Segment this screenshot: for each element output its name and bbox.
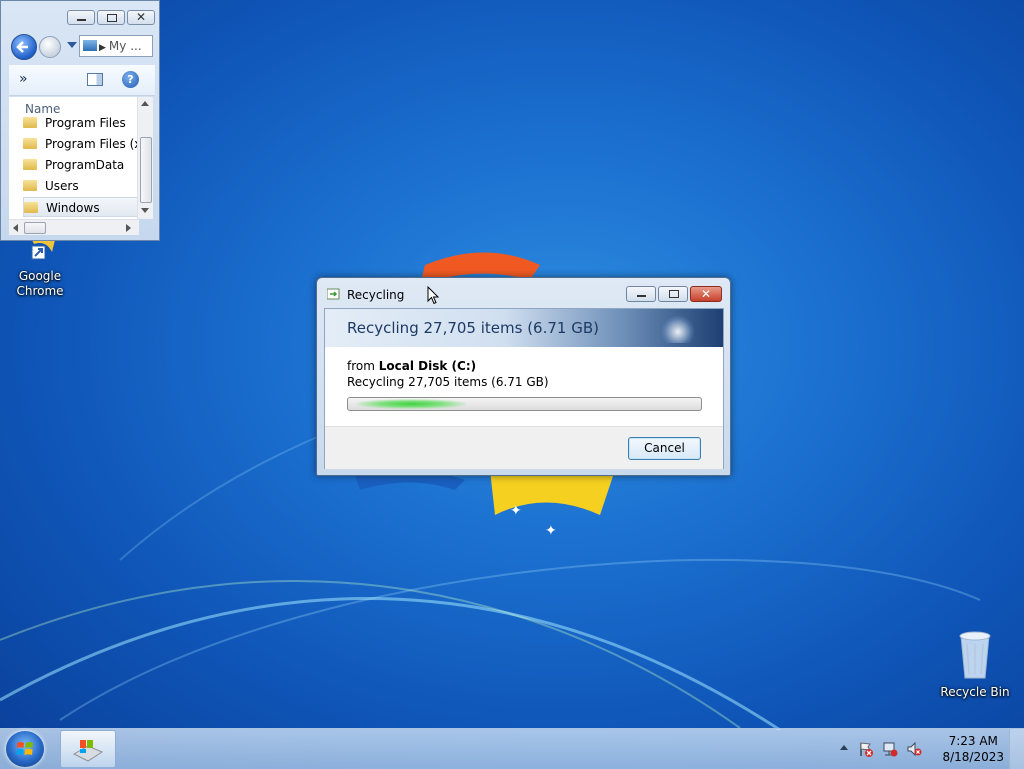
breadcrumb-arrow-icon: ▶ (99, 43, 106, 53)
more-commands-button[interactable]: » (19, 71, 28, 87)
dialog-footer: Cancel (325, 426, 723, 469)
item-label: Windows (46, 201, 100, 215)
folder-icon (24, 202, 38, 213)
list-item[interactable]: ProgramData (23, 155, 139, 175)
source-location: Local Disk (C:) (378, 359, 477, 373)
folder-icon (23, 159, 37, 170)
desktop-icon-recycle-bin[interactable]: Recycle Bin (935, 630, 1015, 700)
forward-button[interactable] (39, 36, 61, 58)
mouse-cursor-icon (427, 286, 439, 305)
window-caption-buttons: ✕ (67, 10, 155, 25)
scroll-down-icon[interactable] (141, 208, 149, 213)
banner-glow (661, 315, 695, 343)
scroll-left-icon[interactable] (13, 224, 18, 232)
computer-icon (83, 40, 97, 51)
svg-text:✦: ✦ (510, 503, 522, 519)
recycle-bin-icon (959, 631, 991, 679)
back-button[interactable] (11, 34, 37, 60)
back-arrow-icon (16, 41, 28, 53)
address-bar[interactable]: ▶ My ... (79, 35, 153, 57)
command-bar: » ? (9, 65, 155, 96)
dialog-title: Recycling (347, 288, 405, 302)
desktop-icon-label: Google Chrome (16, 269, 64, 298)
network-icon[interactable] (882, 741, 898, 757)
item-label: Program Files (45, 117, 126, 130)
clock-date: 8/18/2023 (942, 750, 1004, 764)
dialog-caption-buttons: ✕ (626, 286, 722, 302)
desktop-icon-label: Recycle Bin (940, 685, 1010, 699)
recycling-dialog[interactable]: Recycling ✕ Recycling 27,705 items (6.71… (316, 277, 731, 476)
recent-pages-dropdown-icon[interactable] (67, 42, 77, 48)
minimize-button[interactable] (626, 286, 656, 302)
minimize-icon (637, 295, 646, 297)
taskbar-explorer-button[interactable] (60, 730, 116, 768)
notification-area: 7:23 AM 8/18/2023 (834, 729, 1024, 769)
column-header-name[interactable]: Name (25, 102, 60, 116)
cancel-button[interactable]: Cancel (628, 437, 701, 460)
scroll-thumb[interactable] (140, 137, 152, 203)
maximize-button[interactable] (97, 10, 125, 25)
item-label: ProgramData (45, 158, 125, 172)
navigation-bar: ▶ My ... (9, 33, 155, 61)
explorer-icon (72, 740, 104, 762)
windows-flag-icon (16, 742, 33, 755)
progress-detail: Recycling 27,705 items (6.71 GB) (347, 375, 549, 389)
recycle-progress-icon (327, 288, 340, 300)
maximize-icon (669, 290, 679, 298)
svg-text:✦: ✦ (545, 523, 557, 535)
horizontal-scrollbar[interactable] (9, 219, 139, 235)
close-button[interactable]: ✕ (127, 10, 155, 25)
scroll-right-icon[interactable] (126, 224, 131, 232)
address-text: My ... (108, 39, 142, 53)
progress-bar (347, 397, 702, 411)
close-icon: ✕ (136, 10, 147, 24)
volume-muted-icon[interactable] (906, 741, 922, 757)
item-label: Program Files (x86) (45, 137, 139, 151)
restore-icon (107, 14, 117, 22)
dialog-header-text: Recycling 27,705 items (6.71 GB) (347, 319, 599, 337)
vertical-scrollbar[interactable] (137, 97, 153, 219)
file-list[interactable]: Name Program Files Program Files (x86) P… (9, 97, 153, 219)
close-button[interactable]: ✕ (690, 286, 722, 302)
close-icon: ✕ (701, 287, 712, 301)
folder-icon (23, 180, 37, 191)
system-clock[interactable]: 7:23 AM 8/18/2023 (942, 733, 1004, 765)
folder-icon (23, 138, 37, 149)
preview-pane-button[interactable] (87, 73, 103, 86)
start-button[interactable] (6, 731, 44, 767)
list-item[interactable]: Program Files (23, 117, 139, 130)
scroll-up-icon[interactable] (141, 101, 149, 106)
desktop-icon-chrome[interactable]: Google Chrome (0, 232, 80, 299)
show-desktop-button[interactable] (1009, 729, 1024, 769)
folder-icon (23, 117, 37, 128)
explorer-window[interactable]: ✕ ▶ My ... » ? Name Program Files Program… (0, 0, 160, 241)
show-hidden-icons-icon[interactable] (840, 745, 848, 750)
clock-time: 7:23 AM (948, 734, 998, 748)
dialog-content: Recycling 27,705 items (6.71 GB) from Lo… (324, 308, 724, 469)
minimize-icon (77, 19, 86, 21)
progress-bar-fill (356, 399, 466, 409)
action-center-flag-icon[interactable] (858, 741, 874, 757)
dialog-header-banner: Recycling 27,705 items (6.71 GB) (325, 309, 723, 347)
list-item[interactable]: Program Files (x86) (23, 134, 139, 154)
source-location-line: from Local Disk (C:) (347, 359, 476, 373)
minimize-button[interactable] (67, 10, 95, 25)
list-item[interactable]: Users (23, 176, 139, 196)
from-label: from (347, 359, 375, 373)
item-label: Users (45, 179, 79, 193)
list-item-selected[interactable]: Windows (23, 197, 139, 217)
maximize-button[interactable] (658, 286, 688, 302)
help-button[interactable]: ? (122, 71, 139, 88)
scroll-thumb[interactable] (24, 222, 46, 234)
taskbar: 7:23 AM 8/18/2023 (0, 728, 1024, 769)
help-icon: ? (127, 73, 134, 86)
